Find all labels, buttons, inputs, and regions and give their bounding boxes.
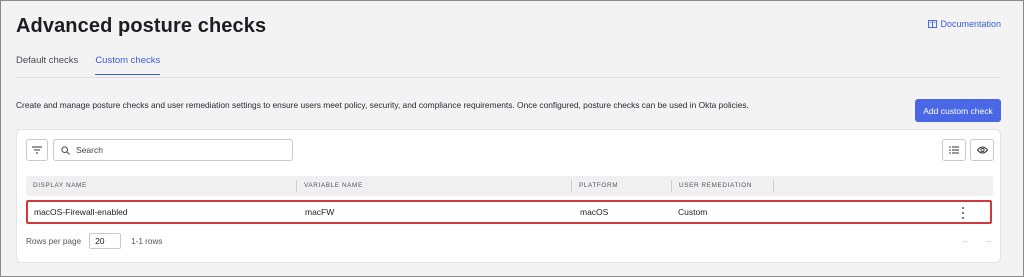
- table-header: DISPLAY NAME VARIABLE NAME PLATFORM USER…: [26, 176, 993, 196]
- add-custom-check-button[interactable]: Add custom check: [915, 99, 1001, 122]
- column-header-variable-name[interactable]: VARIABLE NAME: [297, 176, 363, 196]
- tab-custom-checks[interactable]: Custom checks: [95, 55, 161, 75]
- tab-divider: [16, 77, 1001, 78]
- app-frame: Advanced posture checks Documentation De…: [0, 0, 1024, 277]
- row-actions-kebab-icon[interactable]: [960, 207, 966, 219]
- tab-default-checks[interactable]: Default checks: [16, 55, 78, 75]
- list-icon: [949, 146, 959, 154]
- column-header-user-remediation[interactable]: USER REMEDIATION: [672, 176, 752, 196]
- documentation-link[interactable]: Documentation: [928, 19, 1001, 29]
- search-field[interactable]: [53, 139, 293, 161]
- checks-table-card: DISPLAY NAME VARIABLE NAME PLATFORM USER…: [16, 129, 1001, 263]
- pagination: ← →: [961, 235, 993, 245]
- eye-icon: [976, 146, 988, 154]
- next-page-icon[interactable]: →: [984, 235, 993, 245]
- cell-display-name: macOS-Firewall-enabled: [34, 207, 128, 217]
- cell-variable-name: macFW: [305, 207, 335, 217]
- filter-button[interactable]: [26, 139, 48, 161]
- previous-page-icon[interactable]: ←: [961, 235, 970, 245]
- rows-per-page-label: Rows per page: [26, 236, 82, 246]
- visibility-button[interactable]: [970, 139, 994, 161]
- column-list-button[interactable]: [942, 139, 966, 161]
- intro-text: Create and manage posture checks and use…: [16, 100, 749, 110]
- column-header-display-name[interactable]: DISPLAY NAME: [26, 176, 87, 196]
- cell-user-remediation: Custom: [678, 207, 708, 217]
- rows-count: 1-1 rows: [131, 236, 163, 246]
- documentation-label: Documentation: [940, 19, 1001, 29]
- tab-bar: Default checks Custom checks: [16, 55, 1001, 75]
- rows-per-page-select[interactable]: 20: [89, 233, 122, 249]
- column-header-platform[interactable]: PLATFORM: [572, 176, 618, 196]
- search-icon: [61, 145, 70, 155]
- page-title: Advanced posture checks: [16, 15, 267, 37]
- cell-platform: macOS: [580, 207, 609, 217]
- table-row[interactable]: macOS-Firewall-enabled macFW macOS Custo…: [26, 200, 992, 224]
- search-input[interactable]: [76, 145, 276, 155]
- book-icon: [928, 20, 938, 28]
- column-divider: [773, 180, 774, 192]
- table-footer: Rows per page 20 1-1 rows ← →: [26, 231, 993, 251]
- filter-icon: [32, 146, 42, 154]
